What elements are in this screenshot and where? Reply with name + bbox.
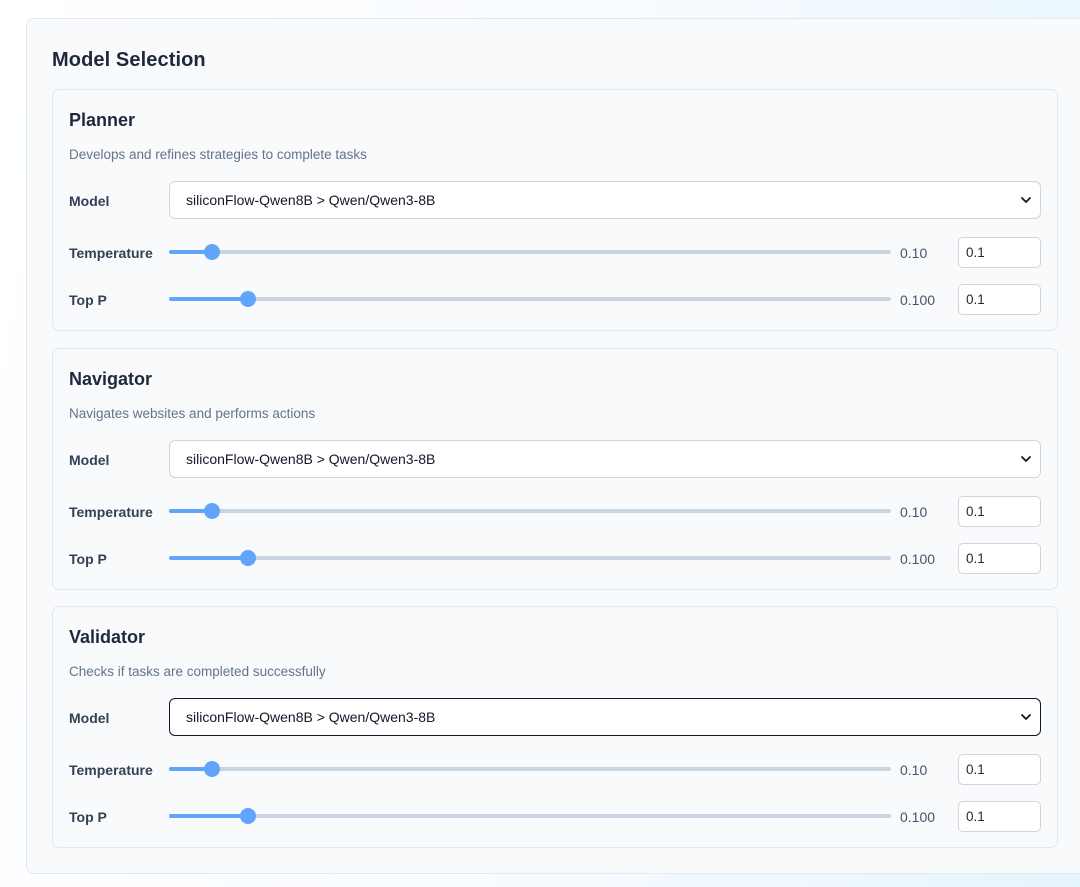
model-select[interactable]: siliconFlow-Qwen8B > Qwen/Qwen3-8B [169,440,1041,478]
temperature-label: Temperature [69,245,153,261]
agent-description: Navigates websites and performs actions [69,406,316,421]
model-select[interactable]: siliconFlow-Qwen8B > Qwen/Qwen3-8B [169,698,1041,736]
top-p-label: Top P [69,809,107,825]
agent-description: Checks if tasks are completed successful… [69,664,326,679]
agent-title: Navigator [69,369,153,389]
section-title: Model Selection [52,49,206,71]
top-p-label: Top P [69,551,107,567]
chevron-down-icon [1021,456,1031,462]
agent-title: Planner [69,110,136,130]
top-p-slider[interactable] [169,808,891,824]
top-p-slider[interactable] [169,550,891,566]
slider-fill [169,556,248,560]
top-p-label: Top P [69,292,107,308]
top-p-input[interactable] [958,543,1041,574]
temperature-value: 0.10 [900,762,928,778]
temperature-slider[interactable] [169,244,891,260]
agent-title: Validator [69,627,146,647]
temperature-slider[interactable] [169,761,891,777]
temperature-slider[interactable] [169,503,891,519]
model-select-value: siliconFlow-Qwen8B > Qwen/Qwen3-8B [186,709,436,725]
top-p-input[interactable] [958,284,1041,315]
slider-thumb[interactable] [204,503,221,519]
model-selection-panel: Model Selection Planner Develops and ref… [26,18,1080,874]
temperature-value: 0.10 [900,504,928,520]
model-label: Model [69,193,110,209]
temperature-input[interactable] [958,754,1041,785]
top-p-value: 0.100 [900,292,936,308]
model-label: Model [69,710,110,726]
top-p-slider[interactable] [169,291,891,307]
slider-thumb[interactable] [204,244,221,260]
temperature-label: Temperature [69,504,153,520]
temperature-value: 0.10 [900,245,928,261]
model-select[interactable]: siliconFlow-Qwen8B > Qwen/Qwen3-8B [169,181,1041,219]
slider-thumb[interactable] [239,550,256,566]
model-select-value: siliconFlow-Qwen8B > Qwen/Qwen3-8B [186,451,436,467]
agent-card-navigator: Navigator Navigates websites and perform… [52,348,1058,590]
slider-fill [169,297,248,301]
model-select-value: siliconFlow-Qwen8B > Qwen/Qwen3-8B [186,192,436,208]
temperature-label: Temperature [69,762,153,778]
agent-card-planner: Planner Develops and refines strategies … [52,89,1058,331]
slider-thumb[interactable] [204,761,221,777]
chevron-down-icon [1021,714,1031,720]
top-p-input[interactable] [958,801,1041,832]
top-p-value: 0.100 [900,551,936,567]
model-label: Model [69,452,110,468]
temperature-input[interactable] [958,237,1041,268]
temperature-input[interactable] [958,496,1041,527]
slider-thumb[interactable] [239,808,256,824]
top-p-value: 0.100 [900,809,936,825]
slider-thumb[interactable] [239,291,256,307]
chevron-down-icon [1021,197,1031,203]
slider-fill [169,814,248,818]
agent-card-validator: Validator Checks if tasks are completed … [52,606,1058,848]
agent-description: Develops and refines strategies to compl… [69,147,367,162]
